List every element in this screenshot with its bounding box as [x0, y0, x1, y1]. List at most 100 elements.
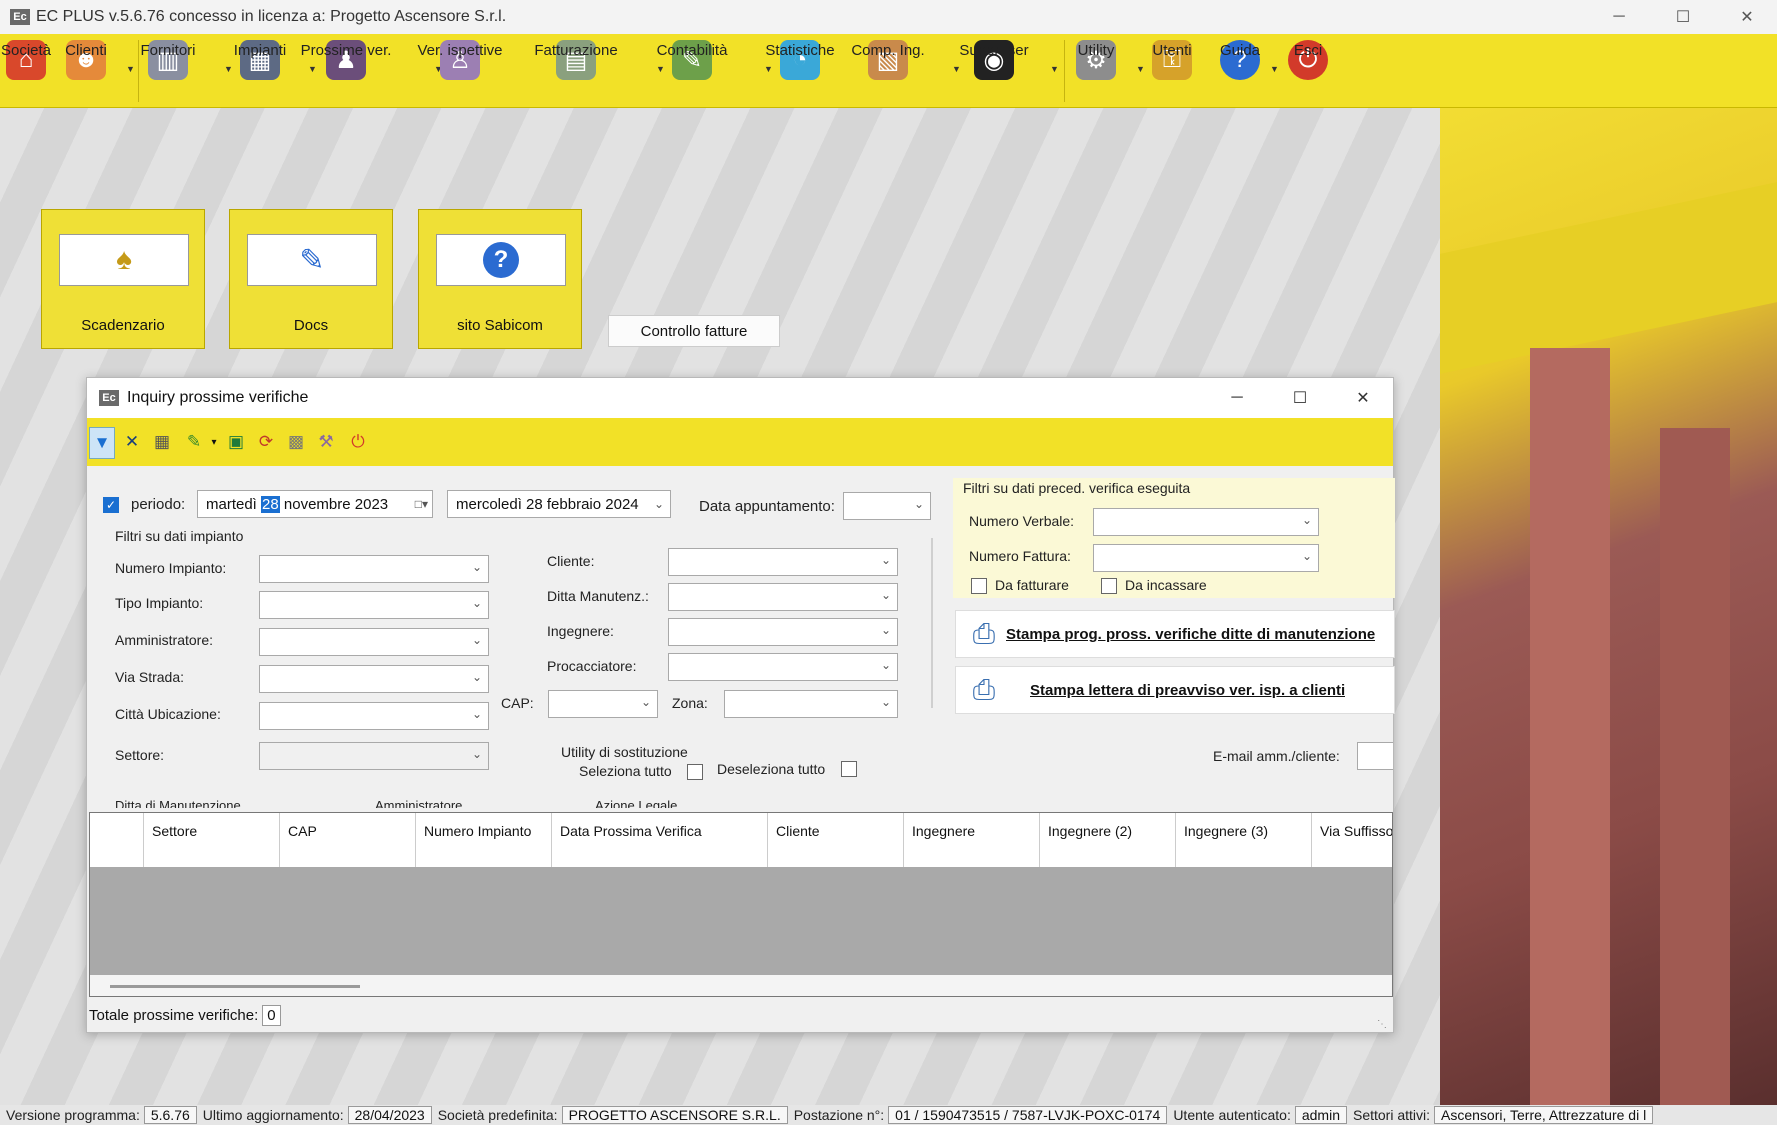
col-via-suffisso[interactable]: Via Suffisso	[1312, 813, 1392, 867]
chevron-down-icon: ⌄	[471, 747, 482, 761]
amministratore-select[interactable]: ⌄	[259, 628, 489, 656]
chevron-down-icon[interactable]: ▼	[1050, 64, 1059, 74]
toolbar-società-button[interactable]: ⌂ Società	[1, 40, 51, 104]
date-from-picker[interactable]: martedì 28 novembre 2023 □▾	[197, 490, 433, 518]
procacciatore-select[interactable]: ⌄	[668, 653, 898, 681]
inquiry-maximize-button[interactable]: ☐	[1270, 378, 1330, 418]
numero-impianto-select[interactable]: ⌄	[259, 555, 489, 583]
da-fatturare-checkbox[interactable]	[971, 578, 987, 594]
toolbar-contabilità-button[interactable]: ✎ Contabilità	[657, 40, 727, 104]
col-cap[interactable]: CAP	[280, 813, 416, 867]
da-incassare-checkbox[interactable]	[1101, 578, 1117, 594]
tile-docs[interactable]: ✎ Docs	[229, 209, 393, 349]
filter-icon[interactable]: ▼	[89, 427, 115, 459]
amministratore-sort-label: Amministratore	[375, 798, 463, 808]
inquiry-window: Ec Inquiry prossime verifiche ─ ☐ ✕ ▼ ✕ …	[86, 377, 1395, 1033]
toolbar-comp-ing-button[interactable]: ▧ Comp. Ing.	[851, 40, 925, 104]
toolbar-utility-button[interactable]: ⚙ Utility	[1076, 40, 1116, 104]
settore-select[interactable]: ⌄	[259, 742, 489, 770]
toolbar-prossime-ver-button[interactable]: ♟ Prossime ver.	[301, 40, 391, 104]
citta-label: Città Ubicazione:	[115, 706, 221, 722]
toolbar-fatturazione-button[interactable]: ▤ Fatturazione	[534, 40, 618, 104]
toolbar-guida-button[interactable]: ? Guida	[1220, 40, 1260, 104]
chevron-down-icon[interactable]: ⌄	[654, 497, 664, 511]
maximize-button[interactable]: ☐	[1654, 0, 1712, 34]
tipo-impianto-select[interactable]: ⌄	[259, 591, 489, 619]
data-appuntamento-select[interactable]: ⌄	[843, 492, 931, 520]
cliente-select[interactable]: ⌄	[668, 548, 898, 576]
refresh-icon[interactable]: ⟳	[253, 428, 279, 456]
col-cliente[interactable]: Cliente	[768, 813, 904, 867]
table-icon[interactable]: ▩	[283, 428, 309, 456]
chevron-down-icon: ⌄	[880, 623, 891, 637]
bell-icon: ♠	[59, 234, 189, 286]
toolbar-label: Fatturazione	[534, 42, 618, 59]
chevron-down-icon[interactable]: ▼	[952, 64, 961, 74]
stampa-prog-button[interactable]: ⎙ Stampa prog. pross. verifiche ditte di…	[955, 610, 1395, 658]
chevron-down-icon: ⌄	[471, 596, 482, 610]
grid-layout-icon[interactable]: ▦	[149, 428, 175, 456]
chevron-down-icon[interactable]: ▼	[308, 64, 317, 74]
grid-horizontal-scrollbar[interactable]	[90, 975, 1392, 996]
numero-verbale-select[interactable]: ⌄	[1093, 508, 1319, 536]
minimize-button[interactable]: ─	[1590, 0, 1648, 34]
toolbar-impianti-button[interactable]: ▦ Impianti	[234, 40, 286, 104]
ditta-manutenz-select[interactable]: ⌄	[668, 583, 898, 611]
date-to-picker[interactable]: mercoledì 28 febbraio 2024 ⌄	[447, 490, 671, 518]
inquiry-minimize-button[interactable]: ─	[1207, 378, 1267, 418]
col-ingegnere-3[interactable]: Ingegnere (3)	[1176, 813, 1312, 867]
col-settore[interactable]: Settore	[144, 813, 280, 867]
chevron-down-icon[interactable]: ▼	[224, 64, 233, 74]
clear-filter-icon[interactable]: ✕	[119, 428, 145, 456]
toolbar-clienti-button[interactable]: ☻ Clienti	[65, 40, 107, 104]
controllo-fatture-button[interactable]: Controllo fatture	[608, 315, 780, 347]
cliente-label: Cliente:	[547, 553, 595, 569]
zona-select[interactable]: ⌄	[724, 690, 898, 718]
power-icon[interactable]: ⏻	[345, 428, 371, 456]
stampa-lettera-label: Stampa lettera di preavviso ver. isp. a …	[1030, 681, 1346, 699]
results-grid[interactable]: Settore CAP Numero Impianto Data Prossim…	[89, 812, 1393, 997]
toolbar-ver-ispettive-button[interactable]: ♙ Ver. ispettive	[417, 40, 503, 104]
chevron-down-icon[interactable]: ▼	[1136, 64, 1145, 74]
resize-grip-icon[interactable]: ⋱	[1377, 1019, 1387, 1030]
filtri-impianto-heading: Filtri su dati impianto	[115, 528, 244, 544]
seleziona-tutto-checkbox[interactable]	[687, 764, 703, 780]
tile-sito-sabicom[interactable]: ? sito Sabicom	[418, 209, 582, 349]
excel-export-icon[interactable]: ▣	[223, 428, 249, 456]
chevron-down-icon[interactable]: ▼	[1270, 64, 1279, 74]
email-field[interactable]	[1357, 742, 1393, 770]
close-button[interactable]: ✕	[1718, 0, 1776, 34]
toolbar-esci-button[interactable]: ⏻ Esci	[1288, 40, 1328, 104]
zona-label: Zona:	[672, 695, 708, 711]
citta-select[interactable]: ⌄	[259, 702, 489, 730]
chevron-down-icon[interactable]: ▼	[764, 64, 773, 74]
col-numero-impianto[interactable]: Numero Impianto	[416, 813, 552, 867]
periodo-label: periodo:	[131, 496, 186, 513]
stampa-lettera-button[interactable]: ⎙ Stampa lettera di preavviso ver. isp. …	[955, 666, 1395, 714]
tools-icon[interactable]: ⚒	[313, 428, 339, 456]
toolbar-label: Statistiche	[765, 42, 835, 59]
scrollbar-thumb[interactable]	[110, 985, 360, 988]
col-ingegnere-2[interactable]: Ingegnere (2)	[1040, 813, 1176, 867]
ditta-manutenzione-label: Ditta di Manutenzione	[115, 798, 241, 808]
deseleziona-tutto-checkbox[interactable]	[841, 761, 857, 777]
ingegnere-select[interactable]: ⌄	[668, 618, 898, 646]
numero-fattura-select[interactable]: ⌄	[1093, 544, 1319, 572]
cap-select[interactable]: ⌄	[548, 690, 658, 718]
amministratore-label: Amministratore:	[115, 632, 214, 648]
chevron-down-icon[interactable]: ▼	[656, 64, 665, 74]
via-strada-select[interactable]: ⌄	[259, 665, 489, 693]
toolbar-label: Società	[0, 42, 52, 59]
calendar-icon[interactable]: □▾	[415, 497, 428, 511]
col-ingegnere[interactable]: Ingegnere	[904, 813, 1040, 867]
inquiry-close-button[interactable]: ✕	[1333, 378, 1393, 418]
periodo-checkbox[interactable]: ✓	[103, 497, 119, 513]
toolbar-superuser-button[interactable]: ◉ Superuser	[959, 40, 1029, 104]
toolbar-utenti-button[interactable]: ⚿ Utenti	[1152, 40, 1192, 104]
toolbar-fornitori-button[interactable]: ▥ Fornitori	[141, 40, 196, 104]
col-data-prossima-verifica[interactable]: Data Prossima Verifica	[552, 813, 768, 867]
chevron-down-icon[interactable]: ▼	[126, 64, 135, 74]
toolbar-statistiche-button[interactable]: ◔ Statistiche	[765, 40, 835, 104]
app-title: EC PLUS v.5.6.76 concesso in licenza a: …	[36, 8, 507, 25]
tile-scadenzario[interactable]: ♠ Scadenzario	[41, 209, 205, 349]
